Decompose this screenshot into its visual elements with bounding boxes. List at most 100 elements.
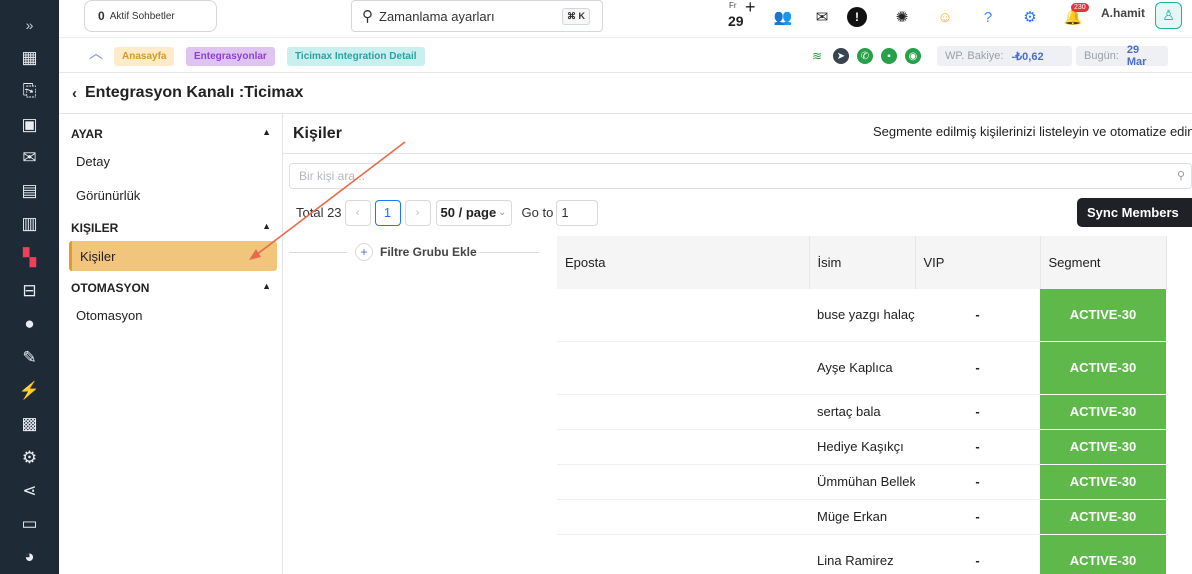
global-search[interactable]: ⚲ ⌘ K xyxy=(351,0,603,32)
cell-vip: - xyxy=(915,534,1040,574)
collapse-triangle-icon[interactable]: ▲ xyxy=(262,127,271,141)
cell-name: Ayşe Kaplıca xyxy=(809,341,915,395)
column-isim[interactable]: İsim xyxy=(809,236,916,289)
prev-page-button[interactable]: ‹ xyxy=(344,199,371,226)
alert-icon[interactable]: ! xyxy=(847,7,867,27)
calendar-icon[interactable]: ▤ xyxy=(0,174,59,207)
collapse-triangle-icon[interactable]: ▲ xyxy=(262,221,271,235)
share-icon[interactable]: ⋖ xyxy=(0,474,59,507)
breadcrumb-home[interactable]: Anasayfa xyxy=(114,47,175,66)
page-title-bar: ‹ Entegrasyon Kanalı :Ticimax xyxy=(59,73,1192,114)
segment-badge: ACTIVE-30 xyxy=(1040,429,1166,465)
cell-name: Hediye Kaşıkçı xyxy=(809,429,915,465)
section-kisiler[interactable]: KIŞILER ▲ xyxy=(71,221,271,235)
telegram-icon[interactable]: ➤ xyxy=(833,48,849,64)
table-row[interactable]: Ayşe Kaplıca - ACTIVE-30 xyxy=(557,341,1166,395)
active-chats-label: Aktif Sohbetler xyxy=(109,10,175,22)
section-otomasyon-title: OTOMASYON xyxy=(71,281,150,295)
table-row[interactable]: buse yazgı halaç - ACTIVE-30 xyxy=(557,289,1166,342)
mail-icon[interactable]: ✉ xyxy=(809,4,835,30)
sync-members-button[interactable]: Sync Members xyxy=(1077,198,1192,227)
person-search-input[interactable] xyxy=(290,164,1150,188)
integrations-icon[interactable]: ▚ xyxy=(0,241,59,274)
chat-icon[interactable]: ▦ xyxy=(0,41,59,74)
next-page-button[interactable]: › xyxy=(404,199,431,226)
monitor-icon[interactable]: ▭ xyxy=(0,507,59,540)
cell-name: buse yazgı halaç xyxy=(809,289,915,342)
cell-email xyxy=(557,289,809,342)
date-day: Fr xyxy=(729,1,737,10)
goto-input[interactable]: 1 xyxy=(556,199,599,226)
broadcast-icon[interactable]: ⎘ xyxy=(0,75,59,108)
breadcrumb-ticimax-detail[interactable]: Ticimax Integration Detail xyxy=(287,47,425,66)
user-avatar-icon[interactable]: ♙ xyxy=(1155,2,1182,29)
section-title: Kişiler xyxy=(293,125,342,142)
sidebar-item-otomasyon[interactable]: Otomasyon xyxy=(76,308,142,323)
person-search[interactable]: ⚲ xyxy=(289,163,1192,189)
total-count: Total 23 xyxy=(296,205,342,220)
wp-balance-value: -₺0,62 xyxy=(1011,50,1044,63)
help-icon[interactable]: ? xyxy=(975,4,1001,30)
calendar-date[interactable]: Fr 29 + xyxy=(727,0,761,31)
cell-email xyxy=(557,429,809,465)
collapse-triangle-icon[interactable]: ▲ xyxy=(262,281,271,295)
search-icon: ⚲ xyxy=(1176,170,1185,182)
table-row[interactable]: Hediye Kaşıkçı - ACTIVE-30 xyxy=(557,429,1166,465)
username[interactable]: A.hamit xyxy=(1101,6,1145,20)
page-number-button[interactable]: 1 xyxy=(374,199,401,226)
today-value: 29 Mar xyxy=(1126,44,1147,68)
table-row[interactable]: Müge Erkan - ACTIVE-30 xyxy=(557,499,1166,535)
column-vip[interactable]: VIP xyxy=(915,236,1041,289)
integration-sidebar: AYAR ▲ Detay Görünürlük KIŞILER ▲ Kişile… xyxy=(59,114,283,574)
settings-icon[interactable]: ⚙ xyxy=(1017,4,1043,30)
breadcrumb-integrations[interactable]: Entegrasyonlar xyxy=(186,47,275,66)
contacts-icon[interactable]: ▣ xyxy=(0,108,59,141)
section-kisiler-title: KIŞILER xyxy=(71,221,119,235)
date-number: 29 xyxy=(728,13,744,29)
bug-icon[interactable]: ✺ xyxy=(889,4,915,30)
pie-chart-icon[interactable]: ◕ xyxy=(0,541,59,574)
section-ayar-title: AYAR xyxy=(71,127,103,141)
chat-bubble-icon[interactable]: ☺ xyxy=(932,4,958,30)
users-icon[interactable]: ● xyxy=(0,308,59,341)
segment-badge: ACTIVE-30 xyxy=(1040,341,1166,395)
page-size-select[interactable]: 50 / page ⌄ xyxy=(435,199,512,226)
team-avatar-icon[interactable]: 👥 xyxy=(770,4,796,30)
settings-gear-icon[interactable]: ⚙ xyxy=(0,441,59,474)
table-row[interactable]: Lina Ramirez - ACTIVE-30 xyxy=(557,534,1166,574)
section-ayar[interactable]: AYAR ▲ xyxy=(71,127,271,141)
cell-vip: - xyxy=(915,429,1040,465)
sidebar-item-detay[interactable]: Detay xyxy=(76,154,110,169)
table-header: Eposta İsim VIP Segment xyxy=(557,236,1167,289)
section-description: Segmente edilmiş kişilerinizi listeleyin… xyxy=(873,124,1192,139)
bot-icon[interactable]: ◉ xyxy=(905,48,921,64)
add-filter-icon[interactable]: + xyxy=(355,243,373,261)
bolt-icon[interactable]: ⚡ xyxy=(0,374,59,407)
goto-label: Go to xyxy=(521,205,554,220)
clipboard-icon[interactable]: ▥ xyxy=(0,208,59,241)
column-segment[interactable]: Segment xyxy=(1040,236,1167,289)
collapse-up-icon[interactable]: ︿ xyxy=(89,43,103,63)
add-filter-group-button[interactable]: Filtre Grubu Ekle xyxy=(380,245,477,259)
table-row[interactable]: Ümmühan Bellek - ACTIVE-30 xyxy=(557,464,1166,500)
cell-vip: - xyxy=(915,394,1040,430)
segment-badge: ACTIVE-30 xyxy=(1040,289,1166,342)
divider xyxy=(283,153,1192,154)
add-icon[interactable]: + xyxy=(745,0,756,18)
edit-icon[interactable]: ✎ xyxy=(0,341,59,374)
back-chevron-icon[interactable]: ‹ xyxy=(72,85,77,102)
table-row[interactable]: sertaç bala - ACTIVE-30 xyxy=(557,394,1166,430)
column-eposta[interactable]: Eposta xyxy=(557,236,810,289)
dashboard-icon[interactable]: ▩ xyxy=(0,408,59,441)
section-otomasyon[interactable]: OTOMASYON ▲ xyxy=(71,281,271,295)
sidebar-item-kisiler[interactable]: Kişiler xyxy=(69,241,277,271)
whatsapp-icon[interactable]: ✆ xyxy=(857,48,873,64)
segment-badge: ACTIVE-30 xyxy=(1040,534,1166,574)
global-search-input[interactable] xyxy=(379,8,549,24)
active-chats-button[interactable]: 0 Aktif Sohbetler xyxy=(84,0,217,32)
sidebar-item-gorunurluk[interactable]: Görünürlük xyxy=(76,188,140,203)
inbox-icon[interactable]: ⊟ xyxy=(0,274,59,307)
sms-icon[interactable]: ▪ xyxy=(881,48,897,64)
mail-icon[interactable]: ✉ xyxy=(0,141,59,174)
expand-chevron-icon[interactable]: » xyxy=(0,8,59,41)
